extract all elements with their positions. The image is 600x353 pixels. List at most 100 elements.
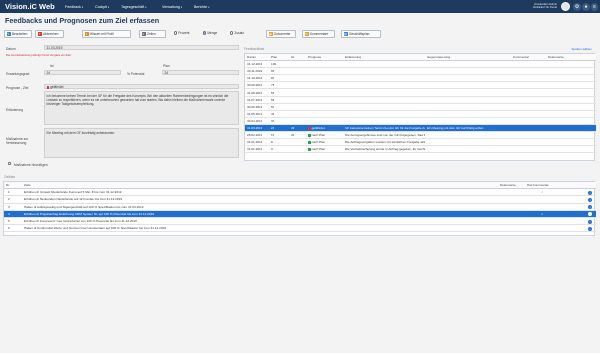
choose-columns-link[interactable]: Spalten wählen bbox=[571, 47, 592, 51]
nav-tagesgeschaeft[interactable]: Tagesgeschäft▾ bbox=[121, 5, 147, 9]
col-gegensteuerung[interactable]: Gegensteuerung bbox=[427, 54, 450, 61]
nav-cockpit[interactable]: Cockpit▾ bbox=[95, 5, 109, 9]
erlaeuterung-label: Erläuterung bbox=[6, 108, 24, 112]
chevron-down-icon: ▾ bbox=[81, 5, 84, 9]
radio-menge[interactable]: Menge bbox=[203, 31, 217, 36]
col-datum[interactable]: Datum bbox=[247, 54, 256, 61]
radio-circle bbox=[230, 31, 234, 35]
info-icon[interactable]: i bbox=[588, 226, 592, 231]
prognose-text: nach Plan bbox=[311, 133, 326, 138]
col-dokumente[interactable]: Dokumente bbox=[500, 182, 516, 189]
cell-datum: 30.06.2019 bbox=[247, 104, 263, 109]
col-erlaeuterung[interactable]: Erläuterung bbox=[345, 54, 361, 61]
cell-plan: 8 bbox=[271, 140, 273, 145]
table-row[interactable]: 1 Erhöhen di Umsatz Niederlande Kunst auf… bbox=[4, 189, 596, 197]
radio-zusatz[interactable]: Zusatz bbox=[230, 31, 244, 36]
col-dokumente[interactable]: Dokumente bbox=[548, 54, 564, 61]
documents-button[interactable]: ▤ Dokumente bbox=[266, 29, 296, 38]
button-label: Bearbeiten bbox=[12, 31, 28, 36]
nav-feedback[interactable]: Feedback▾ bbox=[65, 5, 83, 9]
cancel-button[interactable]: × Abbrechen bbox=[35, 29, 64, 38]
table-row[interactable]: 31.05.2019 41 bbox=[245, 111, 596, 118]
cell-ist: 49 bbox=[291, 133, 295, 138]
cell-ziel: Halten di Auftragsseitig und Tagesgeschä… bbox=[24, 204, 144, 209]
avatar[interactable] bbox=[561, 2, 570, 11]
col-plan[interactable]: Plan bbox=[271, 54, 277, 61]
table-row[interactable]: 30.09.2019 75 bbox=[245, 82, 596, 90]
business-plan-button[interactable]: ▥ Geschäftsplan bbox=[341, 29, 381, 38]
table-row[interactable]: 31.01.2019 0 nach Plan Die Vertriebsschulun… bbox=[245, 146, 596, 154]
table-row[interactable]: 30.04.2019 33 bbox=[245, 118, 596, 125]
table-row[interactable]: 30.11.2019 88 bbox=[245, 68, 596, 76]
edit-button[interactable]: ✎ Bearbeiten bbox=[4, 29, 32, 38]
settings-icon[interactable]: ⚙ bbox=[573, 2, 581, 11]
toolbar: ✎ Bearbeiten × Abbrechen ✦ Wissen mit Profi… bbox=[0, 28, 600, 39]
cell-plan: 88 bbox=[271, 69, 275, 74]
table-row[interactable]: 31.01.2019 8 nach Plan Die Auftragsvorgaben… bbox=[245, 139, 596, 147]
cell-datum: 30.09.2019 bbox=[247, 83, 263, 88]
document-icon: ▤ bbox=[268, 32, 273, 36]
date-field[interactable]: 31.03.2019 bbox=[44, 45, 239, 50]
nav-label: Cockpit bbox=[95, 4, 107, 9]
notifications-icon[interactable]: ● bbox=[582, 2, 590, 11]
table-row[interactable]: 31.10.2019 83 bbox=[245, 75, 596, 83]
table-row[interactable]: 2 Erhöhen di Neukunden Niederlande auf 12… bbox=[4, 196, 596, 204]
info-icon[interactable]: i bbox=[588, 197, 592, 202]
table-row[interactable]: 5 Erhöhen di Kompetenz zum Vertriebsziel … bbox=[4, 218, 596, 226]
app-logo[interactable]: Vision.iC Web bbox=[5, 2, 55, 11]
info-icon[interactable]: i bbox=[588, 205, 592, 210]
cell-datum: 31.01.2019 bbox=[247, 147, 263, 152]
info-icon[interactable]: i bbox=[588, 219, 592, 224]
info-icon[interactable]: i bbox=[588, 190, 592, 195]
cell-plan: 50 bbox=[271, 104, 275, 109]
prognose-value: gefährdet bbox=[50, 85, 64, 89]
radio-prozent[interactable]: Prozent bbox=[174, 31, 189, 36]
rows-icon: ≡ bbox=[141, 32, 146, 36]
col-nr[interactable]: Nr. bbox=[6, 182, 10, 189]
erlaeuterung-textarea[interactable]: Ich bekomme keinen Termin bei der GF für… bbox=[44, 91, 239, 125]
cell-plan: 16 bbox=[271, 133, 275, 138]
table-row[interactable]: 31.12.2019 100 bbox=[245, 61, 596, 69]
col-ziele[interactable]: Ziele bbox=[24, 182, 31, 189]
col-kommentar[interactable]: Kommentar bbox=[513, 54, 529, 61]
comments-button[interactable]: ✉ Kommentare bbox=[302, 29, 335, 38]
table-row[interactable]: 4 Erhöhen di Projektanfrag Einführung CRM… bbox=[4, 210, 596, 218]
add-measure-checkbox[interactable] bbox=[8, 162, 12, 166]
erwartung-field[interactable]: 24 bbox=[44, 70, 121, 75]
massnahmen-label: Maßnahme zur Verbesserung bbox=[6, 137, 29, 145]
cell-prognose: nach Plan bbox=[308, 132, 325, 139]
massnahmen-textarea[interactable]: Ein Meeting mit dem GF kurzfristig anber… bbox=[44, 128, 239, 158]
cell-plan: 24 bbox=[271, 126, 275, 130]
cell-prognose: nach Plan bbox=[308, 146, 325, 153]
menu-icon[interactable]: ≡ bbox=[591, 2, 598, 11]
user-info[interactable]: Amsterdam Admin Verkäufer NL Kunst bbox=[517, 2, 557, 10]
table-row[interactable]: 31.08.2019 66 bbox=[245, 90, 596, 97]
potenzial-field[interactable]: 24 bbox=[162, 70, 239, 75]
table-row[interactable]: 30.06.2019 50 bbox=[245, 104, 596, 111]
knowledge-profile-button[interactable]: ✦ Wissen mit Profil bbox=[82, 29, 131, 38]
nav-label: Feedback bbox=[65, 4, 81, 9]
validation-warning: Die Vertriebsleistung abfolgt hinzu! Ver… bbox=[6, 53, 71, 57]
table-row[interactable]: 6 Halten di Konformität Werte und Normen … bbox=[4, 225, 596, 233]
button-label: Abbrechen bbox=[43, 31, 59, 36]
cell-plan: 0 bbox=[271, 147, 273, 152]
plan-label: Plan bbox=[163, 64, 170, 68]
info-icon[interactable]: i bbox=[588, 212, 592, 217]
nav-berichte[interactable]: Berichte▾ bbox=[194, 5, 210, 9]
cell-ziel: Halten di Konformität Werte und Normen i… bbox=[24, 226, 166, 231]
nav-verwaltung[interactable]: Verwaltung▾ bbox=[162, 5, 182, 9]
table-row[interactable]: 3 Halten di Auftragsseitig und Tagesgesch… bbox=[4, 204, 596, 211]
lines-button[interactable]: ≡ Zeilen bbox=[139, 29, 166, 38]
col-prognose[interactable]: Prognose bbox=[308, 54, 321, 61]
table-row[interactable]: 28.02.2019 16 49 nach Plan Die Anzugsergebni… bbox=[245, 132, 596, 140]
chart-icon: ▥ bbox=[343, 32, 348, 36]
cell-erlaeuterung: Ich bekomme keinen Termin bei der GF für… bbox=[345, 126, 425, 130]
table-row[interactable]: 31.07.2019 58 bbox=[245, 97, 596, 104]
cell-datum: 31.08.2019 bbox=[247, 90, 263, 95]
col-ist[interactable]: Ist bbox=[291, 54, 294, 61]
prognose-field[interactable]: gefährdet bbox=[44, 84, 239, 89]
table-row[interactable]: 31.03.2019 24 49 gefährdet Ich bekomme keine… bbox=[245, 125, 596, 133]
col-hat-kommentar[interactable]: Hat Kommentar bbox=[527, 182, 549, 189]
nav-label: Berichte bbox=[194, 4, 208, 9]
cell-nr: 6 bbox=[8, 226, 10, 231]
